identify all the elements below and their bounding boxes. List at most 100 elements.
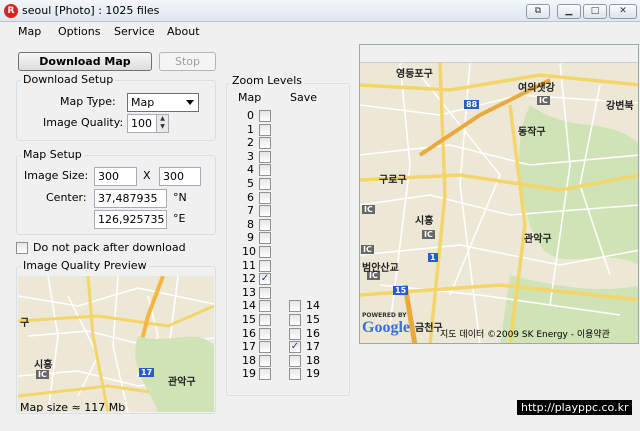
map-ic-badge: IC [362, 205, 375, 214]
zoom-map-level-label: 0 [247, 109, 254, 122]
download-map-button[interactable]: Download Map [18, 52, 152, 71]
preview-map: 구 시흥 IC 관악구 17 Map size ≈ 117 Mb [18, 276, 214, 412]
menu-map[interactable]: Map [18, 25, 41, 38]
zoom-save-checkbox[interactable] [289, 300, 301, 313]
zoom-map-level-label: 11 [242, 258, 256, 272]
menu-options[interactable]: Options [58, 25, 100, 38]
zoom-map-level-label: 16 [242, 326, 256, 340]
spin-down-icon[interactable]: ▼ [157, 123, 168, 131]
app-icon: R [4, 4, 18, 18]
zoom-map-checkbox[interactable] [259, 110, 271, 122]
map-type-value: Map [131, 96, 155, 109]
map-label: 금천구 [415, 323, 443, 334]
zoom-save-checkbox[interactable] [289, 327, 301, 340]
map-label: 강변북 [606, 101, 634, 112]
zoom-map-level-label: 12 [242, 272, 256, 286]
zoom-save-level-label: 15 [306, 313, 320, 326]
main-map[interactable]: 영등포구 여의샛강 IC 88 강변북 동작구 구로구 IC 시흥 IC 관악구… [359, 44, 639, 344]
zoom-map-level-label: 13 [242, 285, 256, 299]
zoom-map-checkbox[interactable] [259, 191, 271, 204]
map-label: 영등포구 [396, 69, 433, 80]
menu-about[interactable]: About [167, 25, 200, 38]
zoom-map-level-label: 18 [242, 353, 256, 367]
map-setup-title: Map Setup [21, 148, 84, 161]
powered-by-label: POWERED BY [362, 312, 407, 319]
zoom-map-checkbox[interactable] [259, 232, 271, 245]
map-label: 시흥 [415, 216, 434, 227]
map-type-select[interactable]: Map [127, 93, 199, 112]
menu-service[interactable]: Service [114, 25, 155, 38]
center-lat-input[interactable]: 37,487935 [94, 189, 167, 208]
preview-label: 관악구 [168, 377, 196, 388]
zoom-map-checkbox[interactable] [259, 164, 271, 177]
zoom-map-level-label: 4 [247, 163, 254, 177]
zoom-map-level-label: 3 [247, 149, 254, 163]
zoom-map-checkbox[interactable] [259, 327, 271, 340]
stop-button[interactable]: Stop [159, 52, 216, 71]
zoom-map-level-label: 10 [242, 245, 256, 258]
center-label: Center: [46, 191, 87, 204]
zoom-map-header: Map [238, 91, 262, 104]
zoom-save-level-label: 16 [306, 326, 320, 340]
zoom-save-checkbox[interactable] [289, 314, 301, 326]
zoom-map-checkbox[interactable] [259, 286, 271, 299]
image-size-label: Image Size: [24, 169, 89, 182]
map-size-label: Map size ≈ 117 Mb [20, 401, 126, 412]
zoom-map-checkbox[interactable] [259, 218, 271, 231]
zoom-map-checkbox[interactable] [259, 205, 271, 218]
minimize-button[interactable]: ▁ [557, 4, 581, 19]
zoom-map-level-label: 8 [247, 217, 254, 231]
zoom-map-level-label: 14 [242, 299, 256, 313]
map-ic-badge: IC [361, 245, 374, 254]
no-pack-checkbox[interactable] [16, 242, 28, 254]
close-button[interactable]: ✕ [609, 4, 637, 19]
zoom-save-level-label: 14 [306, 299, 320, 313]
map-label: 구로구 [379, 175, 407, 186]
zoom-map-checkbox[interactable] [259, 150, 271, 163]
image-height-input[interactable]: 300 [159, 167, 201, 186]
image-quality-input[interactable]: 100 [127, 114, 157, 133]
zoom-map-checkbox[interactable] [259, 259, 271, 272]
zoom-map-checkbox[interactable] [259, 341, 271, 354]
image-width-input[interactable]: 300 [94, 167, 137, 186]
title-bar: R seoul [Photo] : 1025 files ⧉ ▁ □ ✕ [0, 0, 640, 22]
zoom-save-checkbox[interactable] [289, 368, 301, 381]
map-copyright[interactable]: 지도 데이터 ©2009 SK Energy - 이용약관 [440, 327, 610, 340]
zoom-map-checkbox[interactable] [259, 314, 271, 326]
zoom-map-checkbox[interactable]: ✓ [259, 273, 271, 286]
zoom-save-level-label: 17 [306, 340, 320, 354]
zoom-map-checkbox[interactable] [259, 137, 271, 150]
image-quality-stepper[interactable]: ▲ ▼ [156, 114, 169, 133]
zoom-map-checkbox[interactable] [259, 368, 271, 381]
map-label: 동작구 [518, 127, 546, 138]
zoom-map-level-label: 2 [247, 136, 254, 150]
chevron-down-icon [186, 100, 194, 105]
map-ic-badge: IC [422, 230, 435, 239]
zoom-map-checkbox[interactable] [259, 123, 271, 136]
zoom-map-checkbox[interactable] [259, 354, 271, 367]
lat-unit: °N [173, 191, 187, 204]
zoom-levels-title: Zoom Levels [230, 74, 304, 87]
zoom-map-level-label: 9 [247, 231, 254, 245]
zoom-save-checkbox[interactable]: ✓ [289, 341, 301, 354]
zoom-save-level-label: 19 [306, 367, 320, 381]
preview-label: 시흥 [34, 360, 53, 371]
zoom-map-checkbox[interactable] [259, 178, 271, 190]
spin-up-icon[interactable]: ▲ [157, 115, 168, 123]
zoom-map-checkbox[interactable] [259, 246, 271, 258]
no-pack-label: Do not pack after download [33, 241, 186, 254]
zoom-save-checkbox[interactable] [289, 354, 301, 367]
main-map-roads [360, 62, 638, 343]
map-label: 관악구 [524, 234, 552, 245]
zoom-map-level-label: 5 [247, 177, 254, 190]
image-quality-label: Image Quality: [43, 116, 124, 129]
zoom-save-level-label: 18 [306, 353, 320, 367]
zoom-map-checkbox[interactable] [259, 300, 271, 313]
window-title: seoul [Photo] : 1025 files [22, 4, 160, 17]
restore-icon[interactable]: ⧉ [526, 4, 550, 19]
preview-map-roads [18, 276, 214, 412]
center-lon-input[interactable]: 126,925735 [94, 210, 167, 229]
menu-bar: Map Options Service About [0, 22, 640, 42]
maximize-button[interactable]: □ [583, 4, 607, 19]
preview-label: 구 [20, 318, 30, 329]
